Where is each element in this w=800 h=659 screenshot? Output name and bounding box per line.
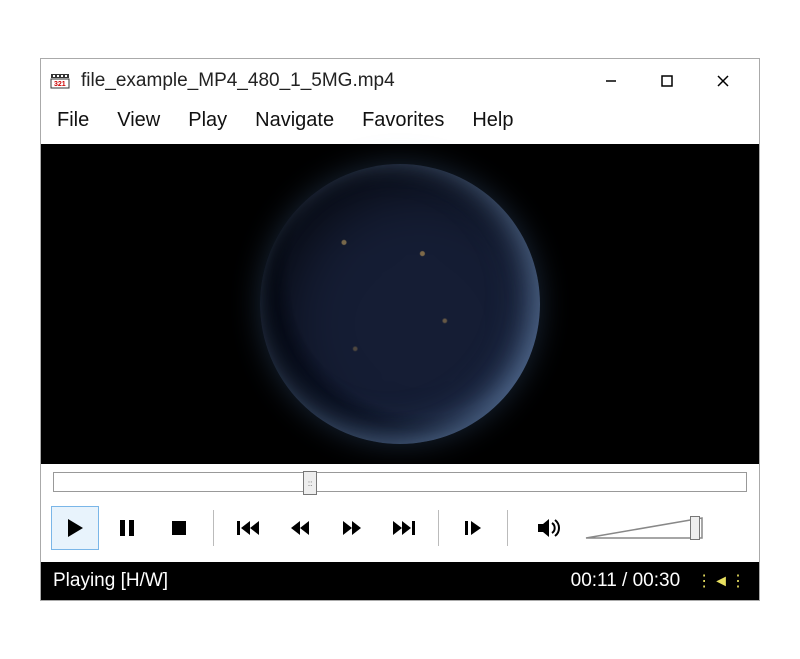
skip-back-button[interactable]: [224, 506, 272, 550]
time-display[interactable]: 00:11 / 00:30: [571, 570, 681, 592]
volume-slider[interactable]: [584, 514, 704, 542]
menu-help[interactable]: Help: [472, 109, 513, 132]
rewind-button[interactable]: [276, 506, 324, 550]
window-controls: [583, 59, 751, 103]
separator: [213, 510, 214, 546]
fast-forward-button[interactable]: [328, 506, 376, 550]
seekbar[interactable]: ::: [41, 464, 759, 498]
video-frame-earth: [260, 164, 540, 444]
maximize-button[interactable]: [639, 59, 695, 103]
svg-text:321: 321: [54, 81, 66, 88]
seek-thumb[interactable]: ::: [303, 471, 317, 495]
video-viewport[interactable]: [41, 144, 759, 464]
frame-step-button[interactable]: [449, 506, 497, 550]
volume-controls: [526, 506, 749, 550]
mute-button[interactable]: [526, 506, 574, 550]
menu-favorites[interactable]: Favorites: [362, 109, 444, 132]
menu-navigate[interactable]: Navigate: [255, 109, 334, 132]
menu-play[interactable]: Play: [188, 109, 227, 132]
separator: [438, 510, 439, 546]
titlebar: 321 file_example_MP4_480_1_5MG.mp4: [41, 59, 759, 103]
separator: [507, 510, 508, 546]
stop-button[interactable]: [155, 506, 203, 550]
app-icon: 321: [49, 70, 71, 92]
skip-forward-button[interactable]: [380, 506, 428, 550]
close-button[interactable]: [695, 59, 751, 103]
menu-view[interactable]: View: [117, 109, 160, 132]
window-title: file_example_MP4_480_1_5MG.mp4: [81, 70, 583, 92]
seek-track[interactable]: ::: [53, 472, 747, 492]
pause-button[interactable]: [103, 506, 151, 550]
play-button[interactable]: [51, 506, 99, 550]
playback-state: Playing [H/W]: [53, 570, 571, 592]
volume-thumb[interactable]: [690, 516, 700, 540]
menubar: File View Play Navigate Favorites Help: [41, 103, 759, 144]
minimize-button[interactable]: [583, 59, 639, 103]
audio-indicator-icon: ⋮◄⋮: [696, 571, 747, 591]
playback-controls: [41, 498, 759, 562]
statusbar: Playing [H/W] 00:11 / 00:30 ⋮◄⋮: [41, 562, 759, 600]
menu-file[interactable]: File: [57, 109, 89, 132]
player-window: 321 file_example_MP4_480_1_5MG.mp4 File …: [40, 58, 760, 601]
